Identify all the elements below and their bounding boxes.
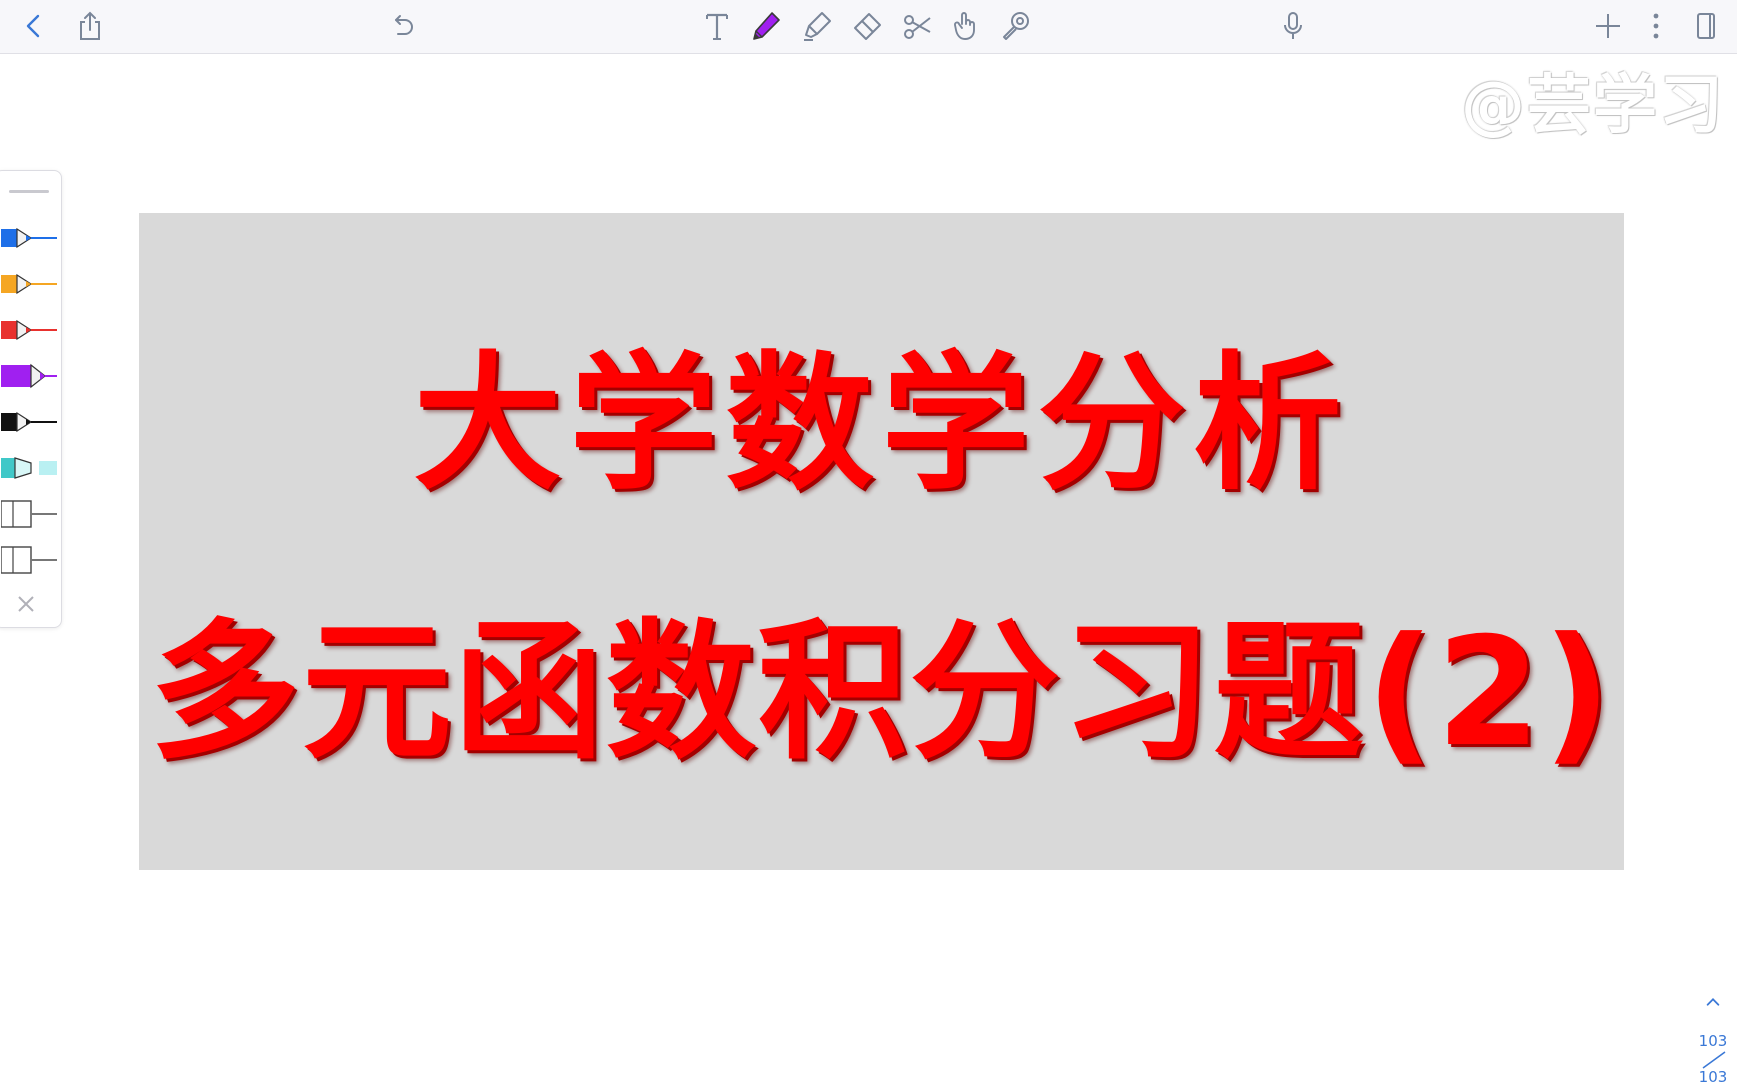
gray-marker-2-icon[interactable] [0,543,57,577]
close-palette-icon[interactable] [11,589,41,619]
purple-pen-icon[interactable] [1,359,57,393]
pen-tool-icon[interactable] [746,6,786,46]
slide-title-line-1: 大学数学分析 [413,338,1350,510]
more-icon[interactable] [1636,6,1676,46]
orange-pen-icon[interactable] [1,267,57,301]
laser-tool-icon[interactable] [996,6,1036,46]
scissors-tool-icon[interactable] [897,6,937,46]
top-toolbar [0,0,1737,54]
highlighter-tool-icon[interactable] [797,6,837,46]
page-layout-icon[interactable] [1686,6,1726,46]
watermark-text: @芸学习 [1461,69,1725,143]
total-page-number: 103 [1698,1068,1728,1086]
text-tool-icon[interactable] [697,6,737,46]
black-pen-icon[interactable] [1,405,57,439]
palette-drag-handle[interactable] [9,190,49,193]
back-icon[interactable] [14,6,54,46]
eraser-tool-icon[interactable] [847,6,887,46]
share-icon[interactable] [70,6,110,46]
pointer-tool-icon[interactable] [946,6,986,46]
gray-marker-1-icon[interactable] [0,497,57,531]
chevron-up-icon[interactable] [1701,990,1725,1014]
current-page-number: 103 [1698,1032,1728,1050]
cyan-highlighter-icon[interactable] [1,451,57,485]
slide-title-line-2: 多元函数积分习题(2) [149,606,1614,780]
blue-pen-icon[interactable] [1,221,57,255]
microphone-icon[interactable] [1273,6,1313,46]
undo-icon[interactable] [382,6,422,46]
add-icon[interactable] [1588,6,1628,46]
pen-palette [0,170,62,628]
page-navigator: 103 103 [1687,990,1737,1086]
page-divider [1702,1051,1726,1069]
red-pen-icon[interactable] [1,313,57,347]
title-slide: 大学数学分析 多元函数积分习题(2) [139,213,1624,870]
